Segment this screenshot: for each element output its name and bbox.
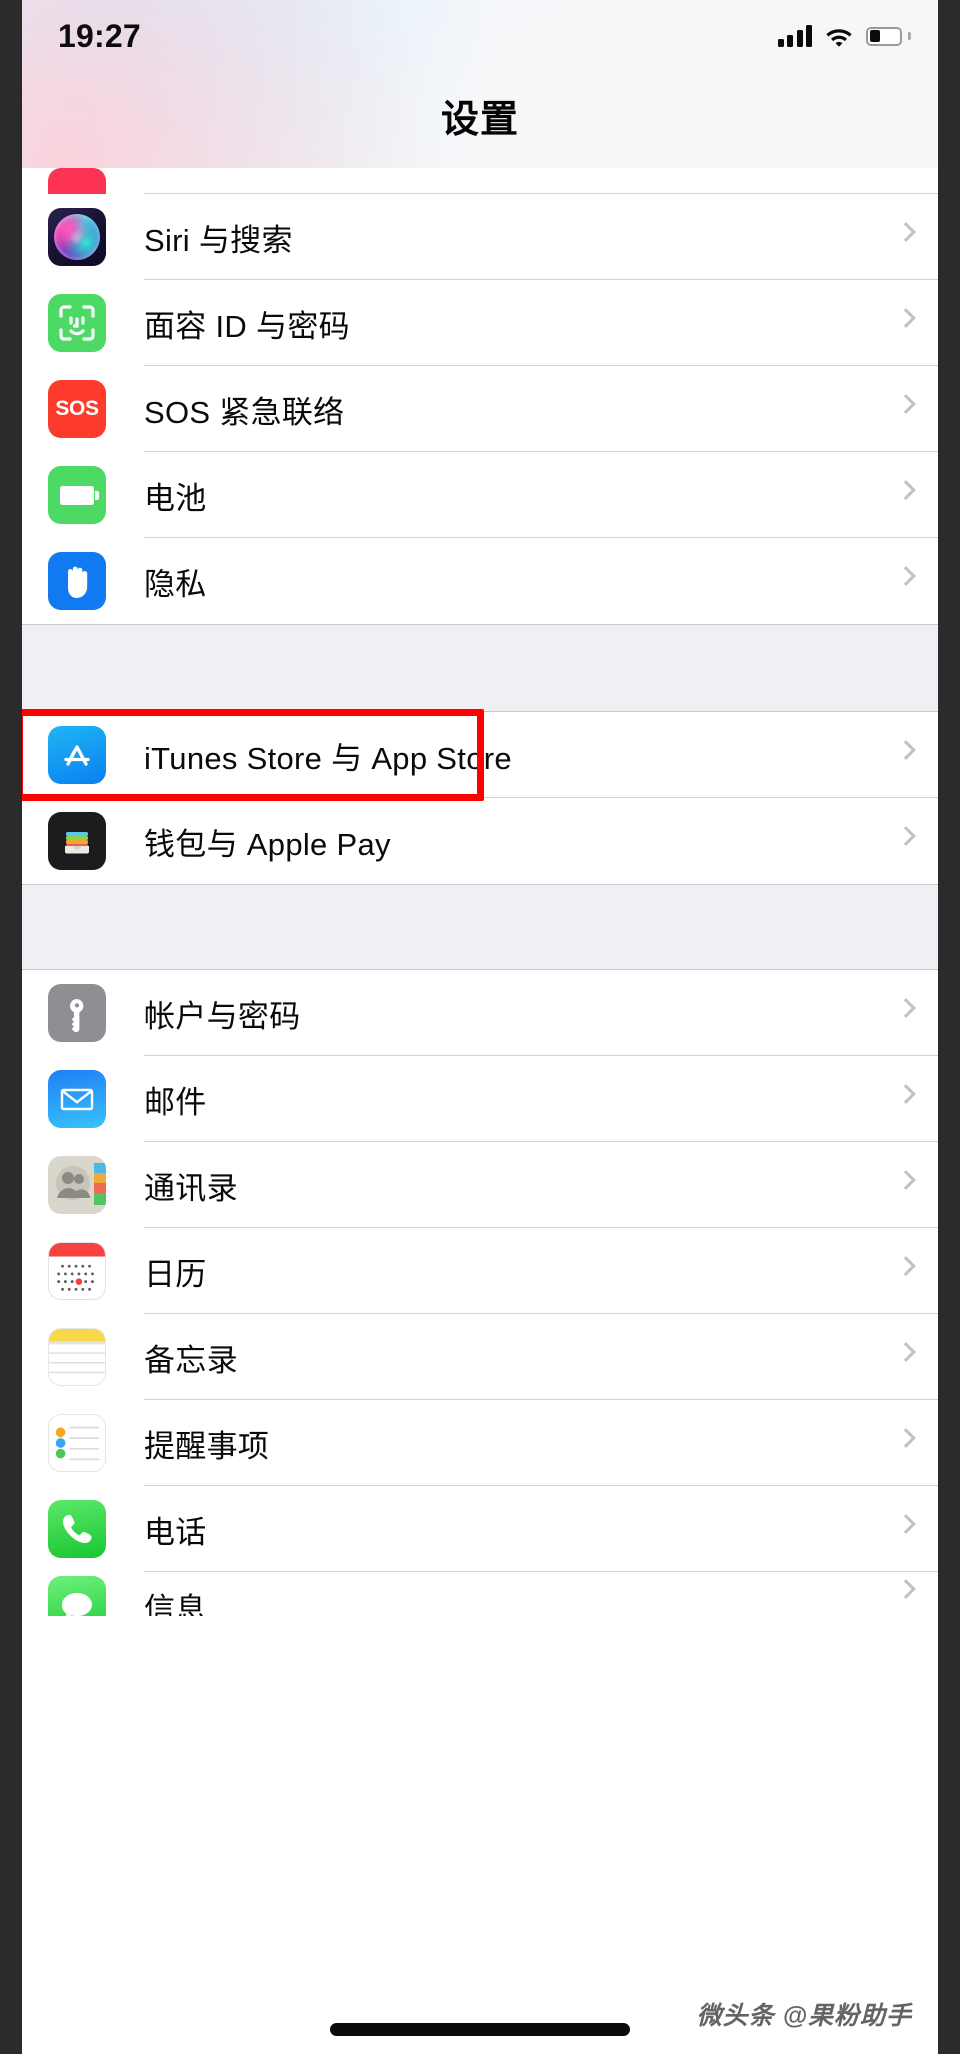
chevron-right-icon	[896, 826, 916, 846]
wifi-icon	[825, 26, 853, 47]
status-bar-indicators	[777, 25, 911, 47]
list-item-label: 面容 ID 与密码	[144, 308, 350, 344]
device-bezel-right	[938, 0, 960, 2054]
reminders-icon	[48, 1414, 106, 1472]
group-separator	[22, 884, 938, 970]
list-item-label: 信息	[144, 1592, 207, 1616]
list-item-reminders[interactable]: 提醒事项	[22, 1400, 938, 1486]
chevron-right-icon	[896, 1170, 916, 1190]
chevron-right-icon	[896, 1342, 916, 1362]
status-bar: 19:27	[22, 0, 938, 72]
chevron-right-icon	[896, 1514, 916, 1534]
home-indicator	[330, 2023, 630, 2036]
list-item-label: 日历	[144, 1256, 207, 1292]
nav-header: 19:27 设置	[22, 0, 938, 168]
list-item[interactable]	[22, 168, 938, 194]
battery-settings-icon	[48, 466, 106, 524]
list-item-accounts-passwords[interactable]: 帐户与密码	[22, 970, 938, 1056]
sos-icon: SOS	[48, 380, 106, 438]
wallet-icon	[48, 812, 106, 870]
notes-icon	[48, 1328, 106, 1386]
mail-icon	[48, 1070, 106, 1128]
chevron-right-icon	[896, 222, 916, 242]
chevron-right-icon	[896, 308, 916, 328]
list-item-itunes-app-store[interactable]: iTunes Store 与 App Store	[22, 712, 938, 798]
status-bar-clock: 19:27	[58, 17, 141, 54]
list-item-label: Siri 与搜索	[144, 222, 293, 258]
contacts-icon	[48, 1156, 106, 1214]
list-item-wallet[interactable]: 钱包与 Apple Pay	[22, 798, 938, 884]
chevron-right-icon	[896, 740, 916, 760]
face-id-icon	[48, 294, 106, 352]
settings-group-1: Siri 与搜索 面容 ID 与密码 SOS SOS 紧急联络 电池 隐私	[22, 168, 938, 624]
battery-icon	[866, 26, 911, 46]
list-item-label: 邮件	[144, 1084, 207, 1120]
cellular-bars-icon	[777, 25, 812, 47]
group-separator	[22, 624, 938, 712]
chevron-right-icon	[896, 1084, 916, 1104]
list-item-phone[interactable]: 电话	[22, 1486, 938, 1572]
list-item-label: 电池	[144, 480, 207, 516]
chevron-right-icon	[896, 480, 916, 500]
list-item-label: 钱包与 Apple Pay	[144, 826, 391, 862]
list-item-label: 隐私	[144, 566, 207, 602]
messages-icon	[48, 1576, 106, 1616]
app-store-icon	[48, 726, 106, 784]
chevron-right-icon	[896, 998, 916, 1018]
clipped-red-icon	[48, 168, 106, 194]
chevron-right-icon	[896, 1428, 916, 1448]
list-item-siri[interactable]: Siri 与搜索	[22, 194, 938, 280]
siri-icon	[48, 208, 106, 266]
list-item-mail[interactable]: 邮件	[22, 1056, 938, 1142]
list-item-privacy[interactable]: 隐私	[22, 538, 938, 624]
watermark: 微头条 @果粉助手	[696, 2002, 912, 2030]
settings-group-3: 帐户与密码 邮件 通讯录 日历 备忘录 提醒事项 电话 信息	[22, 970, 938, 1616]
list-item-label: SOS 紧急联络	[144, 394, 345, 430]
phone-icon	[48, 1500, 106, 1558]
page-title: 设置	[440, 99, 519, 141]
list-item-label: iTunes Store 与 App Store	[144, 740, 512, 776]
list-item-label: 备忘录	[144, 1342, 238, 1378]
privacy-hand-icon	[48, 552, 106, 610]
sos-icon-text: SOS	[55, 397, 99, 420]
list-item-label: 电话	[144, 1514, 207, 1550]
key-icon	[48, 984, 106, 1042]
list-item-battery[interactable]: 电池	[22, 452, 938, 538]
list-item-messages[interactable]: 信息	[22, 1572, 938, 1616]
list-item-notes[interactable]: 备忘录	[22, 1314, 938, 1400]
chevron-right-icon	[896, 1256, 916, 1276]
list-item-face-id[interactable]: 面容 ID 与密码	[22, 280, 938, 366]
phone-screenshot: 19:27 设置 Siri 与搜索 面容 ID 与密码 SOS SOS 紧急联络…	[0, 0, 960, 2054]
list-item-label: 帐户与密码	[144, 998, 301, 1034]
calendar-icon	[48, 1242, 106, 1300]
settings-group-2: iTunes Store 与 App Store 钱包与 Apple Pay	[22, 712, 938, 884]
device-bezel-left	[0, 0, 22, 2054]
list-item-calendar[interactable]: 日历	[22, 1228, 938, 1314]
settings-list: Siri 与搜索 面容 ID 与密码 SOS SOS 紧急联络 电池 隐私 iT…	[22, 168, 938, 1616]
chevron-right-icon	[896, 566, 916, 586]
device-screen: 19:27 设置 Siri 与搜索 面容 ID 与密码 SOS SOS 紧急联络…	[22, 0, 938, 2054]
list-item-contacts[interactable]: 通讯录	[22, 1142, 938, 1228]
list-item-label: 通讯录	[144, 1170, 238, 1206]
list-item-sos[interactable]: SOS SOS 紧急联络	[22, 366, 938, 452]
list-item-label: 提醒事项	[144, 1428, 270, 1464]
chevron-right-icon	[896, 394, 916, 414]
chevron-right-icon	[896, 1579, 916, 1599]
